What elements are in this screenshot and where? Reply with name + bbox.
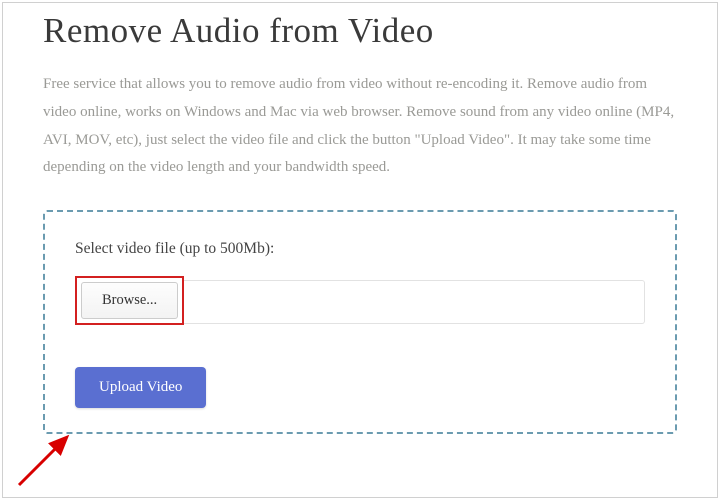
file-path-input[interactable] <box>184 280 645 324</box>
file-input-row: Browse... <box>75 276 645 325</box>
upload-video-button[interactable]: Upload Video <box>75 367 206 408</box>
browse-highlight-box: Browse... <box>75 276 184 325</box>
service-description: Free service that allows you to remove a… <box>43 71 677 182</box>
upload-dropzone[interactable]: Select video file (up to 500Mb): Browse.… <box>43 210 677 434</box>
page-title: Remove Audio from Video <box>43 11 677 51</box>
main-panel: Remove Audio from Video Free service tha… <box>2 2 718 498</box>
browse-button[interactable]: Browse... <box>81 282 178 319</box>
select-file-label: Select video file (up to 500Mb): <box>75 240 645 258</box>
